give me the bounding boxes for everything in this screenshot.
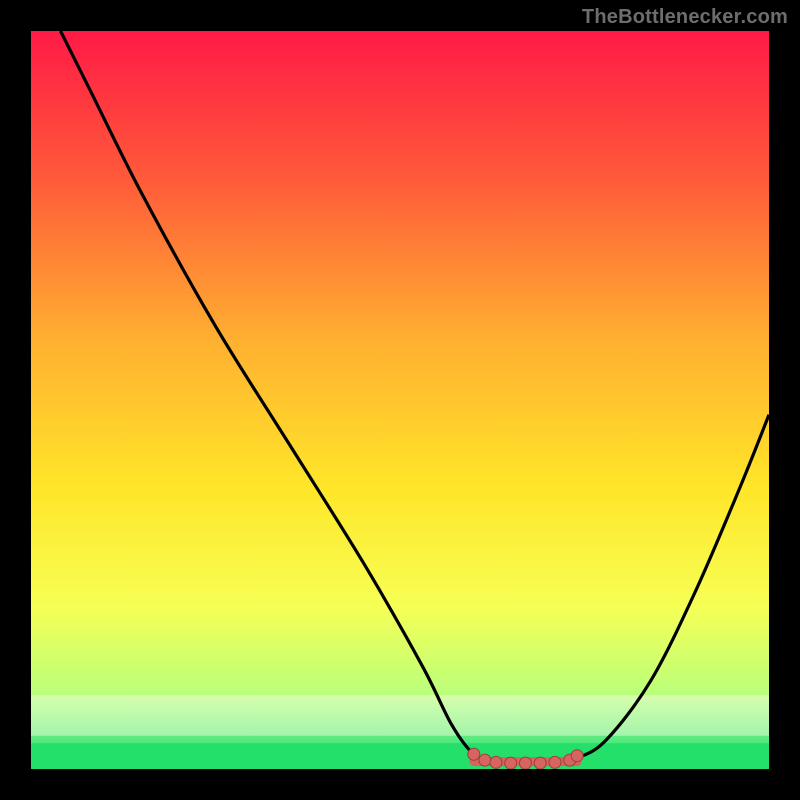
curve-marker bbox=[490, 756, 502, 768]
curve-marker bbox=[519, 757, 531, 769]
white-band bbox=[31, 695, 769, 736]
plot-area bbox=[31, 31, 769, 769]
curve-marker bbox=[505, 757, 517, 769]
curve-marker bbox=[549, 756, 561, 768]
green-band bbox=[31, 743, 769, 769]
bottleneck-chart bbox=[31, 31, 769, 769]
curve-marker bbox=[468, 748, 480, 760]
attribution-text: TheBottlenecker.com bbox=[582, 6, 788, 29]
curve-marker bbox=[571, 750, 583, 762]
chart-frame: TheBottlenecker.com bbox=[0, 0, 800, 800]
curve-marker bbox=[479, 754, 491, 766]
curve-marker bbox=[534, 757, 546, 769]
gradient-background bbox=[31, 31, 769, 769]
